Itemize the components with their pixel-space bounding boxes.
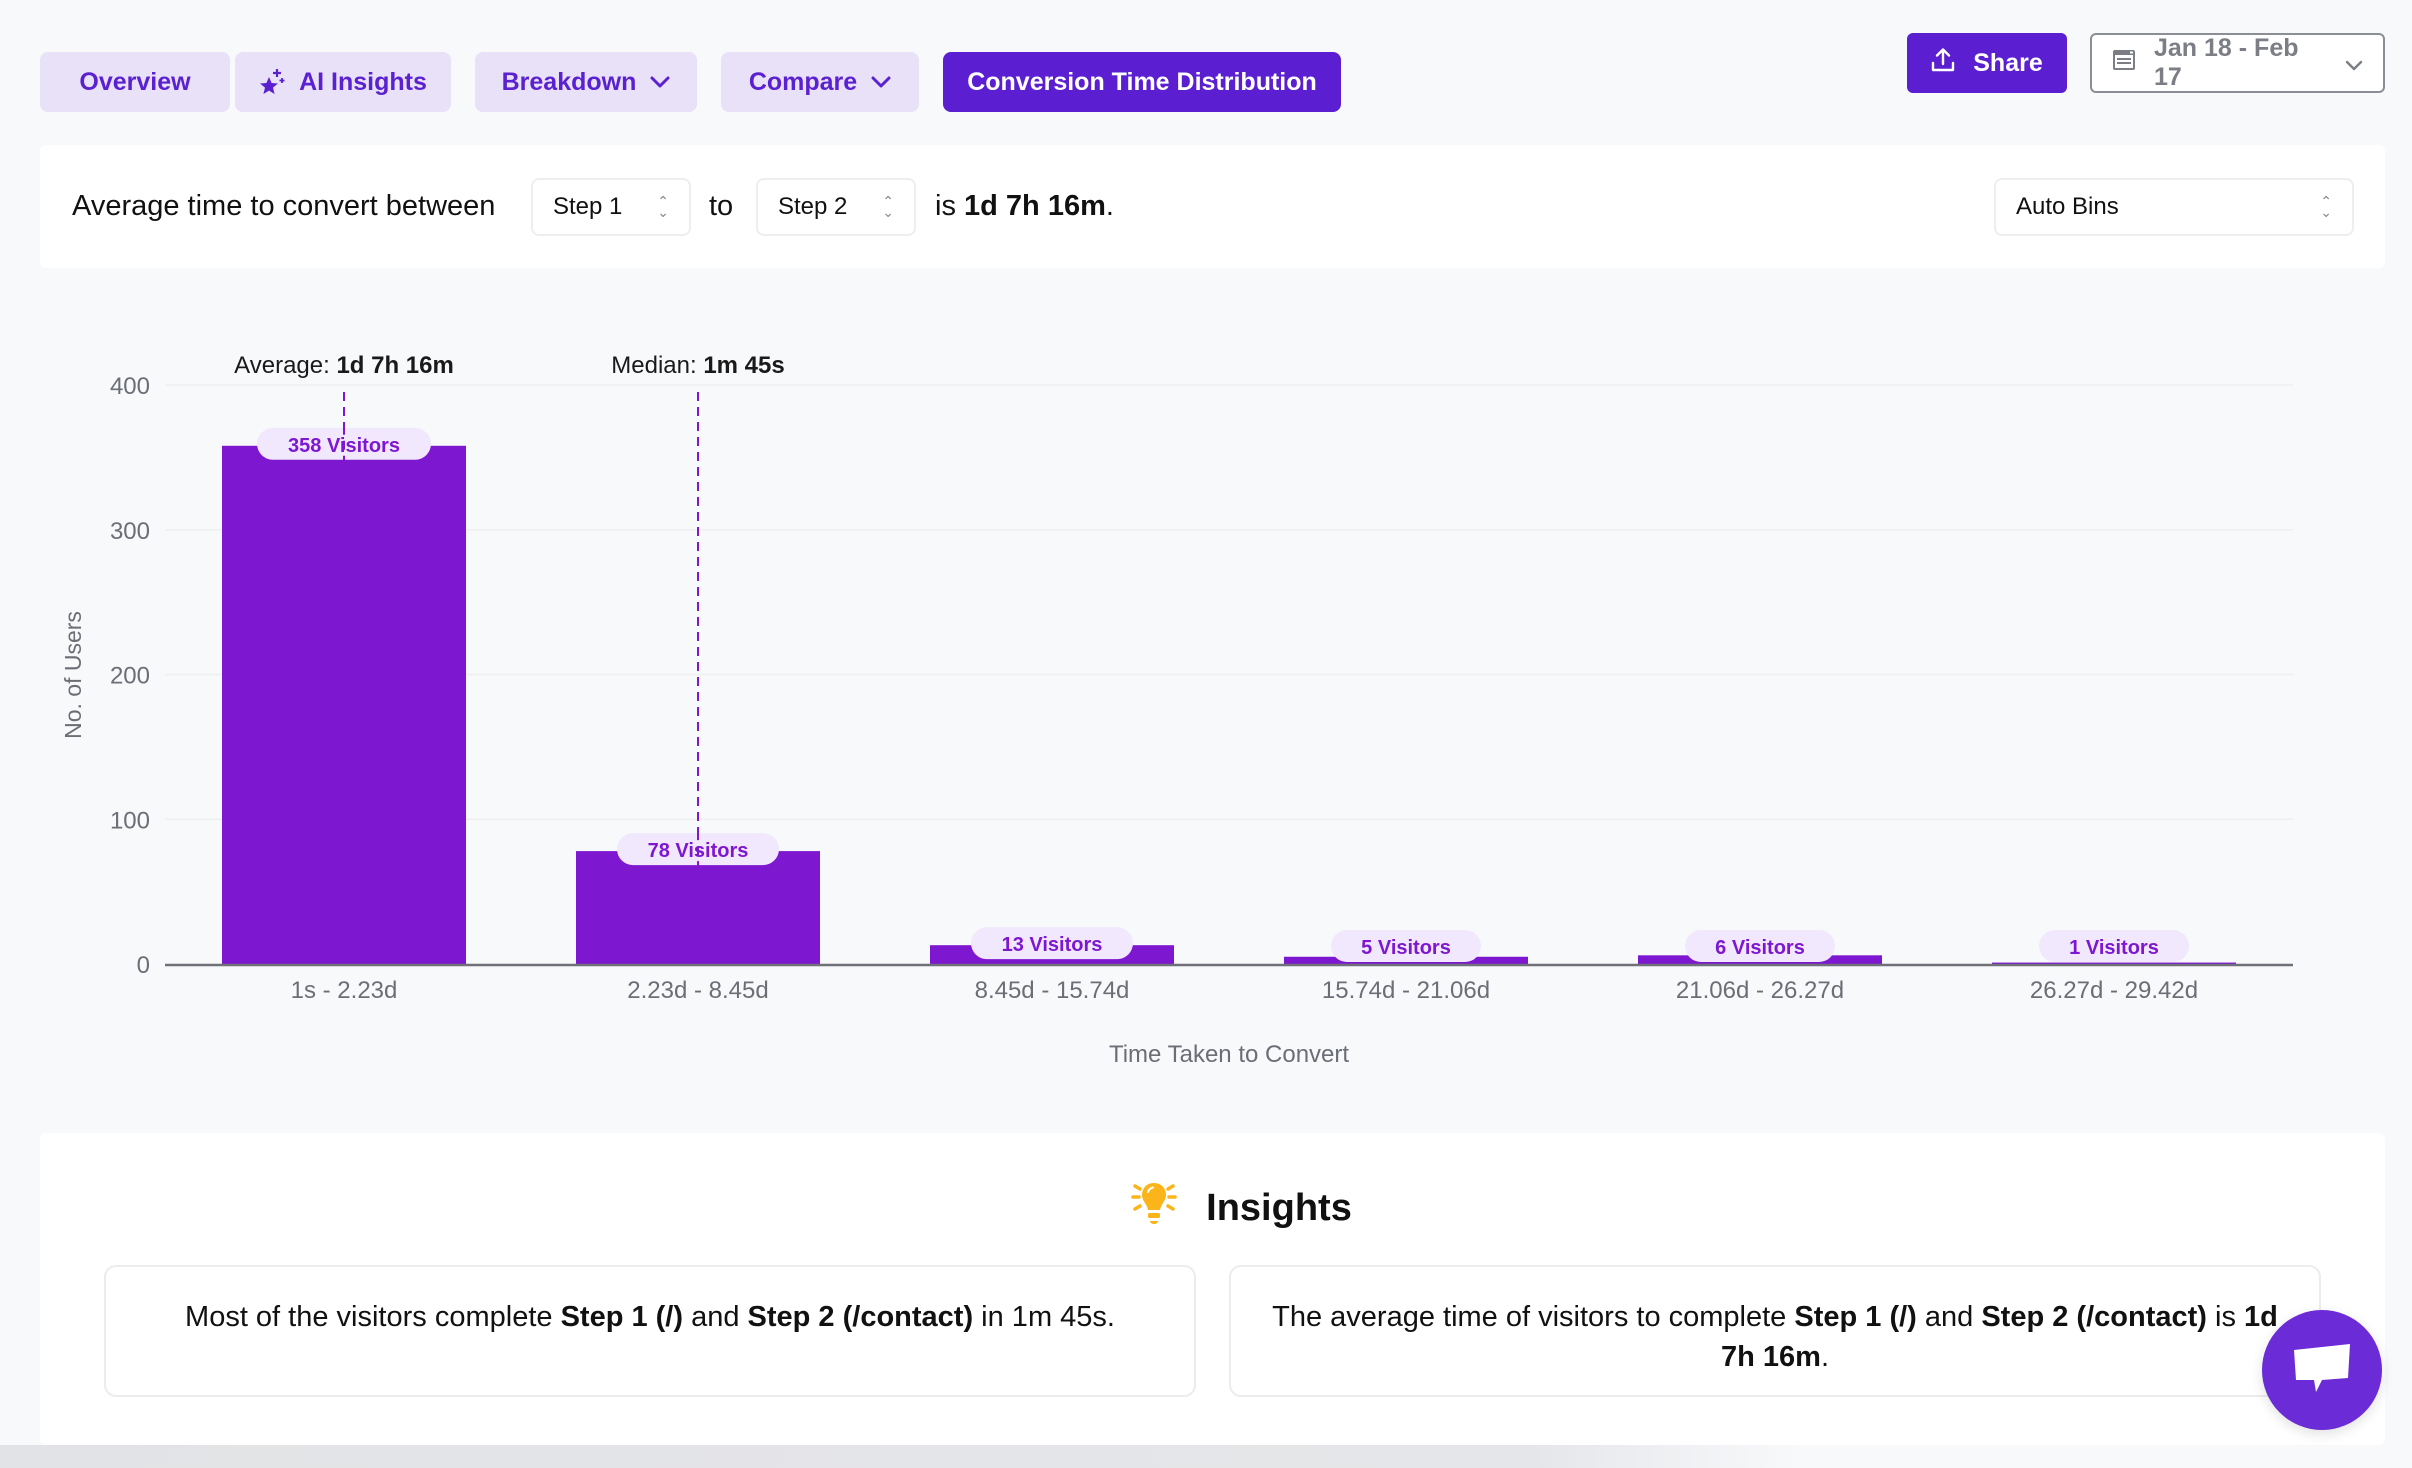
chevron-down-icon (650, 76, 670, 88)
insight-text-part: Step 1 (/) (1794, 1301, 1917, 1333)
tab-compare[interactable]: Compare (721, 52, 919, 112)
insight-text-part: and (683, 1301, 748, 1333)
from-step-select[interactable]: Step 1 ⌃ ⌄ (531, 178, 691, 236)
data-label: 6 Visitors (1715, 937, 1805, 959)
updown-chevron-icon: ⌃ ⌄ (882, 193, 894, 220)
insight-text-part: in 1m 45s. (973, 1301, 1115, 1333)
y-tick-label: 300 (110, 518, 150, 545)
tab-label: Compare (748, 67, 858, 96)
bar (222, 445, 466, 964)
annotation-key: Average: (234, 352, 336, 379)
calendar-icon (2112, 49, 2136, 78)
insight-text-part: The average time of visitors to complete (1272, 1301, 1795, 1333)
insight-text-part: Step 2 (/contact) (747, 1301, 974, 1333)
insight-text-part: . (1820, 1341, 1829, 1373)
insight-card-median: Most of the visitors complete Step 1 (/)… (104, 1265, 1196, 1397)
insights-title: Insights (1206, 1186, 1352, 1229)
chevron-down-icon (871, 76, 891, 88)
annotation-value: 1m 45s (703, 352, 784, 379)
tab-label: Overview (79, 67, 191, 96)
x-axis-label: Time Taken to Convert (1109, 1041, 1349, 1068)
lightbulb-icon (1130, 1180, 1178, 1236)
annotation-label: Average: 1d 7h 16m (234, 352, 454, 379)
to-step-value: Step 2 (778, 193, 848, 220)
tab-conversion-time-distribution[interactable]: Conversion Time Distribution (943, 52, 1341, 112)
tab-breakdown[interactable]: Breakdown (475, 52, 697, 112)
annotation-key: Median: (611, 352, 703, 379)
upload-icon (1931, 47, 1955, 80)
x-tick-label: 2.23d - 8.45d (627, 977, 768, 1004)
bins-select[interactable]: Auto Bins ⌃ ⌄ (1994, 178, 2354, 236)
y-tick-label: 400 (110, 373, 150, 400)
bins-value: Auto Bins (2016, 193, 2119, 220)
updown-chevron-icon: ⌃ ⌄ (2320, 193, 2332, 220)
data-label: 1 Visitors (2069, 937, 2159, 959)
insight-card-average: The average time of visitors to complete… (1229, 1265, 2321, 1397)
x-tick-label: 15.74d - 21.06d (1322, 977, 1490, 1004)
x-tick-label: 21.06d - 26.27d (1676, 977, 1844, 1004)
x-tick-label: 1s - 2.23d (291, 977, 398, 1004)
from-step-value: Step 1 (553, 193, 623, 220)
share-label: Share (1973, 48, 2043, 77)
annotation-label: Median: 1m 45s (611, 352, 784, 379)
updown-chevron-icon: ⌃ ⌄ (657, 193, 669, 220)
data-label: 13 Visitors (1002, 934, 1103, 956)
insight-text-part: Most of the visitors complete (185, 1301, 561, 1333)
annotation-value: 1d 7h 16m (336, 352, 453, 379)
insight-text-part: and (1916, 1301, 1982, 1333)
insight-text-part: is (2206, 1301, 2244, 1333)
to-step-select[interactable]: Step 2 ⌃ ⌄ (756, 178, 916, 236)
tab-overview[interactable]: Overview (40, 52, 230, 112)
chevron-down-icon (2345, 49, 2363, 78)
chat-bubble-icon (2292, 1342, 2352, 1399)
result-prefix: is (935, 190, 956, 222)
result-suffix: . (1105, 190, 1114, 222)
y-tick-label: 200 (110, 663, 150, 690)
sparkle-stars-icon (259, 68, 285, 96)
chat-button[interactable] (2262, 1310, 2382, 1430)
x-tick-label: 8.45d - 15.74d (975, 977, 1130, 1004)
y-tick-label: 100 (110, 807, 150, 834)
tab-label: Breakdown (501, 67, 637, 96)
y-axis-label: No. of Users (60, 611, 86, 739)
tab-ai-insights[interactable]: AI Insights (235, 52, 451, 112)
y-tick-label: 0 (137, 952, 150, 979)
config-prefix: Average time to convert between (72, 190, 496, 222)
insight-text-part: Step 1 (/) (560, 1301, 684, 1333)
date-range-picker[interactable]: Jan 18 - Feb 17 (2090, 33, 2385, 93)
tab-label: AI Insights (299, 67, 427, 96)
insights-header: Insights (0, 1180, 2412, 1236)
data-label: 5 Visitors (1361, 937, 1451, 959)
x-tick-label: 26.27d - 29.42d (2030, 977, 2198, 1004)
result-value: 1d 7h 16m (964, 190, 1106, 222)
config-result: is 1d 7h 16m. (935, 145, 1114, 268)
insight-text-part: Step 2 (/contact) (1981, 1301, 2207, 1333)
conversion-config-card: Average time to convert between Step 1 ⌃… (40, 145, 2385, 268)
tab-label: Conversion Time Distribution (967, 67, 1317, 96)
share-button[interactable]: Share (1907, 33, 2067, 93)
conversion-time-chart: 0 100 200 300 400 No. of Users 1s - 2.23d 2.23d… (0, 300, 2412, 1090)
config-connector: to (709, 190, 734, 222)
histogram-svg: 0 100 200 300 400 No. of Users 1s - 2.23d 2.23d… (60, 352, 2293, 1068)
date-range-label: Jan 18 - Feb 17 (2154, 34, 2299, 91)
bottom-shadow (0, 1445, 1800, 1468)
